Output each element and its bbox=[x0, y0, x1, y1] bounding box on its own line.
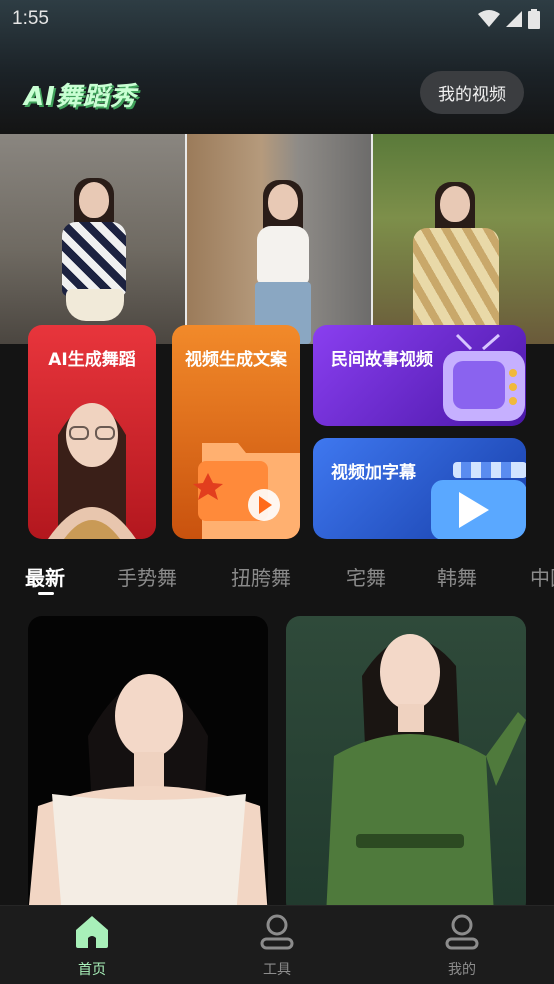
app-logo: AI舞蹈秀 bbox=[24, 82, 137, 112]
tab-gesture-dance[interactable]: 手势舞 bbox=[117, 562, 177, 591]
app-screen: 1:55 AI舞蹈秀 我的视频 AI生成舞蹈 视频生成文案 民间故事视频 视频加… bbox=[0, 0, 554, 984]
banner-image-1 bbox=[0, 134, 187, 344]
nav-mine[interactable]: 我的 bbox=[402, 906, 522, 984]
nav-tools[interactable]: 工具 bbox=[217, 906, 337, 984]
folk-story-card[interactable]: 民间故事视频 bbox=[313, 325, 526, 426]
tab-latest[interactable]: 最新 bbox=[25, 562, 65, 591]
tv-icon bbox=[443, 333, 525, 421]
banner-image-2 bbox=[187, 134, 373, 344]
tab-active-indicator bbox=[38, 592, 54, 595]
tab-otaku-dance[interactable]: 宅舞 bbox=[346, 562, 386, 591]
tab-hip-dance[interactable]: 扭胯舞 bbox=[231, 562, 291, 591]
bottom-nav: 首页 工具 我的 bbox=[0, 905, 554, 984]
video-card[interactable] bbox=[28, 616, 268, 916]
video-thumbnail bbox=[326, 634, 526, 916]
add-subtitles-card[interactable]: 视频加字幕 bbox=[313, 438, 526, 539]
tab-chinese-dance[interactable]: 中国 bbox=[530, 562, 554, 591]
my-videos-button[interactable]: 我的视频 bbox=[420, 71, 524, 114]
banner-image-3 bbox=[373, 134, 554, 344]
status-icons bbox=[478, 9, 540, 29]
battery-icon bbox=[528, 9, 540, 29]
hero-banner[interactable] bbox=[0, 134, 554, 344]
user-icon bbox=[260, 914, 294, 950]
tab-korean-dance[interactable]: 韩舞 bbox=[437, 562, 477, 591]
ai-dance-card[interactable]: AI生成舞蹈 bbox=[28, 325, 156, 539]
video-thumbnail bbox=[28, 674, 268, 916]
wifi-icon bbox=[478, 10, 500, 27]
user-icon bbox=[445, 914, 479, 950]
nav-mine-label: 我的 bbox=[448, 962, 476, 978]
signal-icon bbox=[506, 11, 522, 27]
home-icon bbox=[76, 916, 108, 948]
portrait-image bbox=[48, 403, 136, 539]
nav-home-label: 首页 bbox=[78, 962, 106, 978]
status-bar: 1:55 bbox=[0, 0, 554, 38]
status-time: 1:55 bbox=[12, 8, 49, 29]
clapperboard-icon bbox=[431, 462, 526, 539]
nav-home[interactable]: 首页 bbox=[32, 906, 152, 984]
video-copywriting-card[interactable]: 视频生成文案 bbox=[172, 325, 300, 539]
folder-video-icon bbox=[193, 443, 300, 539]
category-tabs: 最新 手势舞 扭胯舞 宅舞 韩舞 中国 bbox=[0, 556, 554, 600]
nav-tools-label: 工具 bbox=[263, 962, 291, 978]
video-card[interactable] bbox=[286, 616, 526, 916]
